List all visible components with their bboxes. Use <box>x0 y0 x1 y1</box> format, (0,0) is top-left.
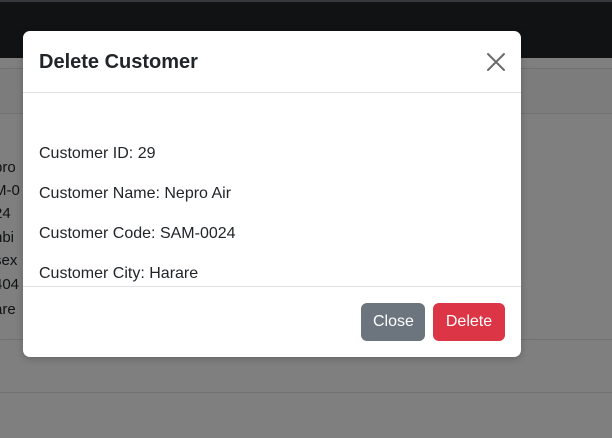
close-button[interactable]: Close <box>361 303 425 341</box>
modal-footer: Close Delete <box>23 286 521 357</box>
modal-header: Delete Customer <box>23 31 521 93</box>
customer-id: Customer ID: 29 <box>39 145 156 162</box>
modal-title: Delete Customer <box>39 51 198 73</box>
delete-customer-modal: Delete Customer Customer ID: 29 Customer… <box>23 31 521 357</box>
delete-button[interactable]: Delete <box>433 303 505 341</box>
customer-city: Customer City: Harare <box>39 265 199 282</box>
modal-body: Customer ID: 29 Customer Name: Nepro Air… <box>23 93 521 286</box>
customer-code: Customer Code: SAM-0024 <box>39 225 236 242</box>
customer-name: Customer Name: Nepro Air <box>39 185 232 202</box>
close-icon[interactable] <box>483 49 509 75</box>
